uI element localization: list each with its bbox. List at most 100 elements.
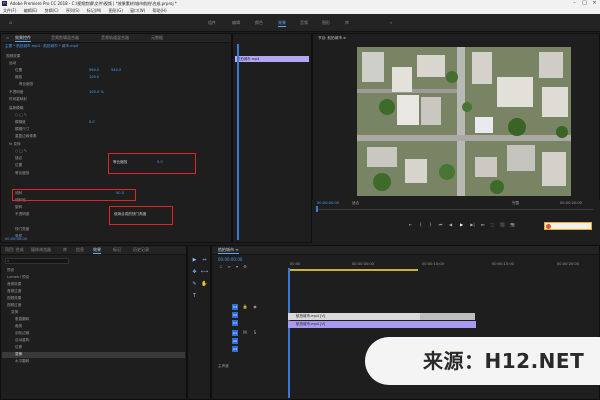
menu-window[interactable]: 窗口(W) — [130, 7, 145, 14]
effects-item-transform[interactable]: 变换 — [15, 352, 22, 357]
tab-info[interactable]: 信息 — [76, 247, 84, 253]
program-scrub-bar[interactable] — [316, 209, 594, 210]
add-marker-icon[interactable]: ▾ — [234, 264, 240, 270]
menu-file[interactable]: 文件(F) — [3, 7, 16, 14]
menu-clip[interactable]: 剪辑(C) — [45, 7, 59, 14]
tab-history[interactable]: 历史记录 — [133, 247, 149, 253]
source-path[interactable]: 主要 * 航拍城市.mp4 · 航拍城市 * 城市.mp4 — [5, 44, 78, 49]
track-eye-icon[interactable]: ◉ — [252, 304, 258, 310]
timeline-timecode[interactable]: 00:00:00:00 — [218, 257, 242, 262]
workspace-tab-editing[interactable]: 编辑 — [232, 20, 240, 26]
effects-item-presets[interactable]: 预设 — [7, 268, 14, 273]
menu-sequence[interactable]: 序列(S) — [66, 7, 80, 14]
ec-row-mask-tools-2[interactable]: ○ □ ✎ — [15, 149, 27, 154]
tab-audio-track-mixer[interactable]: 音频轨道混合器 — [101, 35, 129, 41]
track-a3-toggle[interactable]: A3 — [232, 346, 238, 352]
uniform-scale-checkbox-label[interactable]: 等比缩放 — [113, 160, 127, 165]
effects-item-audio-transitions[interactable]: 音频过渡 — [7, 289, 21, 294]
panel-menu-icon[interactable]: ≡ — [6, 35, 9, 41]
go-to-out-icon[interactable]: ⏭ — [479, 222, 486, 228]
home-icon[interactable]: ⌂ — [9, 20, 12, 26]
ec-value-opacity[interactable]: 100.0 % — [89, 90, 104, 95]
export-frame-icon[interactable]: 📷 — [509, 222, 516, 228]
workspace-overflow-icon[interactable]: » — [390, 20, 392, 26]
minimize-icon[interactable]: – — [570, 0, 579, 7]
work-area-bar[interactable] — [288, 269, 418, 271]
ec-value-position-x[interactable]: 960.0 — [89, 68, 99, 73]
track-select-tool-icon[interactable]: ⇔ — [200, 256, 209, 265]
track-v3-toggle[interactable]: V3 — [232, 304, 238, 310]
ripple-edit-tool-icon[interactable]: ✥ — [190, 268, 199, 277]
menu-markers[interactable]: 标记(M) — [87, 7, 102, 14]
ec-row-gaussian-blur[interactable]: 高斯模糊 — [9, 106, 23, 111]
menu-edit[interactable]: 编辑(E) — [24, 7, 38, 14]
tab-audio-clip-mixer[interactable]: 音频剪辑混合器 — [51, 35, 79, 41]
timeline-clip-tail[interactable] — [420, 313, 475, 320]
timeline-sequence-tab[interactable]: 航拍城市 ≡ — [218, 247, 239, 254]
ec-value-position-y[interactable]: 540.0 — [111, 68, 121, 73]
go-to-in-icon[interactable]: } — [427, 222, 434, 228]
track-solo-icon[interactable]: S — [252, 330, 258, 336]
step-back-icon[interactable]: ⏮ — [437, 222, 444, 228]
track-lock-icon[interactable]: 🔒 — [242, 304, 248, 310]
ec-timeline-clip[interactable]: 航拍城市.mp4 — [235, 56, 309, 62]
workspace-tab-audio[interactable]: 音频 — [300, 20, 308, 26]
ec-row-transform[interactable]: fx 变换 — [9, 142, 21, 147]
close-icon[interactable]: × — [590, 0, 599, 7]
effects-item-feather-edges[interactable]: 羽化边缘 — [15, 331, 29, 336]
ec-value-scale[interactable]: 100.0 — [89, 75, 99, 80]
effects-item-video-effects[interactable]: 视频效果 — [7, 296, 21, 301]
ime-toolbar[interactable] — [544, 222, 592, 230]
effects-item-offset[interactable]: 位移 — [15, 345, 22, 350]
program-timecode-current[interactable]: 00:00:00:00 — [317, 201, 339, 206]
workspace-tab-effects[interactable]: 效果 — [278, 20, 286, 27]
ec-row-time-remap[interactable]: 时间重映射 — [9, 97, 27, 102]
effects-item-horizontal-flip[interactable]: 水平翻转 — [15, 359, 29, 364]
slip-tool-icon[interactable]: ⟷ — [200, 268, 209, 277]
wrench-icon[interactable]: ⚙ — [242, 264, 248, 270]
step-forward-frame-icon[interactable]: ▶| — [469, 222, 476, 228]
ec-row-motion[interactable]: 运动 — [9, 61, 16, 66]
workspace-tab-color[interactable]: 颜色 — [255, 20, 263, 26]
ec-timecode[interactable]: 00:00:00:00 — [5, 237, 27, 242]
tab-media-browser[interactable]: 媒体浏览器 — [31, 247, 51, 253]
workspace-tab-libraries[interactable]: 库 — [345, 20, 349, 26]
timeline-clip-v-lower[interactable]: 航拍城市.mp4 [V] — [288, 321, 476, 328]
program-video-frame[interactable] — [357, 47, 571, 196]
program-playhead[interactable] — [316, 206, 318, 212]
ec-playhead[interactable] — [237, 44, 239, 240]
track-v2-toggle[interactable]: V2 — [232, 312, 238, 318]
track-v1-toggle[interactable]: V1 — [232, 320, 238, 326]
track-a1-toggle[interactable]: A1 — [232, 330, 238, 336]
type-tool-icon[interactable]: T — [190, 292, 199, 301]
lift-icon[interactable]: ⬚ — [489, 222, 496, 228]
timeline-playhead[interactable] — [288, 268, 290, 398]
mark-out-icon[interactable]: { — [417, 222, 424, 228]
tab-metadata[interactable]: 元数据 — [151, 35, 163, 41]
linked-selection-icon[interactable]: ∞ — [226, 264, 232, 270]
play-icon[interactable]: ▶ — [458, 222, 465, 228]
ec-row-opacity[interactable]: 不透明度 — [9, 90, 23, 95]
ec-value-blurriness[interactable]: 0.0 — [89, 120, 95, 125]
tab-effects[interactable]: 效果 — [93, 247, 101, 254]
ec-row-mask-tools[interactable]: ○ □ ✎ — [15, 113, 27, 118]
extract-icon[interactable]: ⬛ — [499, 222, 506, 228]
track-a2-toggle[interactable]: A2 — [232, 338, 238, 344]
menu-help[interactable]: 帮助(H) — [153, 7, 167, 14]
workspace-tab-graphics[interactable]: 图形 — [322, 20, 330, 26]
effects-search-input[interactable]: ⌕ — [5, 258, 69, 264]
workspace-tab-assembly[interactable]: 组件 — [208, 20, 216, 26]
effects-item-vertical-flip[interactable]: 垂直翻转 — [15, 317, 29, 322]
snap-icon[interactable]: ⊂ — [218, 264, 224, 270]
tab-libraries[interactable]: 库 — [63, 247, 67, 253]
selection-tool-icon[interactable]: ▶ — [190, 256, 199, 265]
uniform-scale-value[interactable]: 0.0 — [157, 160, 163, 165]
tab-markers[interactable]: 标记 — [113, 247, 121, 253]
effects-item-lumetri[interactable]: Lumetri 预设 — [7, 275, 29, 280]
effects-item-audio-effects[interactable]: 音频效果 — [7, 282, 21, 287]
hand-tool-icon[interactable]: ✋ — [200, 280, 209, 289]
use-comp-shutter-checkbox[interactable]: 使用合成的快门角度 — [114, 212, 146, 217]
effects-item-video-transitions[interactable]: 视频过渡 — [7, 303, 21, 308]
tab-project[interactable]: 项目: 合成 — [5, 247, 24, 253]
tab-effect-controls[interactable]: 效果控件 — [15, 35, 31, 42]
